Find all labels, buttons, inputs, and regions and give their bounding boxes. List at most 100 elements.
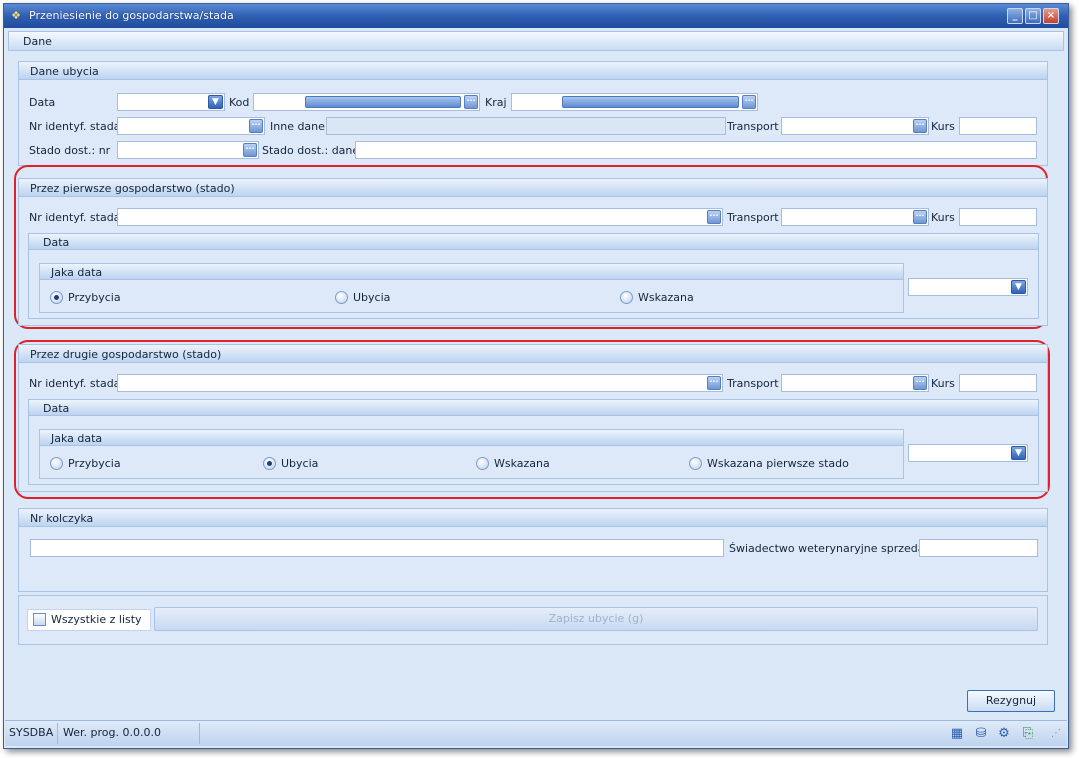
chevron-down-icon[interactable]: ▼ (208, 95, 223, 109)
pierwsze-nr-lookup-button[interactable]: ··· (707, 210, 721, 224)
wszystkie-checkbox-container[interactable]: Wszystkie z listy (27, 609, 151, 631)
radio-dot[interactable] (50, 457, 63, 470)
radio-przybycia[interactable]: Przybycia (50, 457, 121, 470)
group-title: Przez drugie gospodarstwo (stado) (30, 348, 222, 361)
status-user: SYSDBA (9, 726, 54, 739)
kraj-scroll-thumb[interactable] (562, 96, 739, 108)
status-separator (199, 723, 200, 744)
pierwsze-transport-field[interactable]: ··· (781, 208, 929, 226)
transport-lookup-button[interactable]: ··· (913, 119, 927, 133)
data-select[interactable]: ▼ (117, 93, 225, 111)
inne-dane-field (326, 117, 726, 135)
kraj-label: Kraj (485, 96, 507, 109)
maximize-button[interactable]: □ (1025, 8, 1041, 24)
status-separator (57, 723, 58, 744)
kraj-lookup-button[interactable]: ··· (742, 95, 756, 109)
group-title: Nr kolczyka (30, 512, 94, 525)
resize-grip-icon[interactable]: ⋰ (1048, 726, 1064, 742)
drugie-kurs-field[interactable] (959, 374, 1037, 392)
nr-kolczyka-field[interactable] (30, 539, 724, 557)
pierwsze-date-select[interactable]: ▼ (908, 278, 1028, 296)
drugie-kurs-label: Kurs (931, 377, 955, 390)
chevron-down-icon[interactable]: ▼ (1011, 446, 1026, 460)
stado-dane-label: Stado dost.: dane (262, 144, 360, 157)
radio-label: Przybycia (68, 291, 121, 304)
jaka-data-title: Jaka data (51, 432, 103, 445)
export-icon[interactable]: ⎘ (1020, 726, 1036, 742)
chevron-down-icon[interactable]: ▼ (1011, 280, 1026, 294)
pierwsze-transport-label: Transport (727, 211, 779, 224)
radio-label: Wskazana (494, 457, 550, 470)
group-header: Dane ubycia (19, 62, 1047, 80)
jaka-data-header: Jaka data (40, 430, 903, 446)
radio-przybycia[interactable]: Przybycia (50, 291, 121, 304)
tab-label: Dane (23, 35, 52, 48)
swiadectwo-label: Świadectwo weterynaryjne sprzedaży (729, 542, 937, 555)
drugie-nr-label: Nr identyf. stada (29, 377, 121, 390)
drugie-nr-field[interactable]: ··· (117, 374, 723, 392)
drugie-date-select[interactable]: ▼ (908, 444, 1028, 462)
radio-dot[interactable] (50, 291, 63, 304)
radio-ubycia[interactable]: Ubycia (335, 291, 390, 304)
drugie-transport-label: Transport (727, 377, 779, 390)
zapisz-ubycie-button[interactable]: Zapisz ubycie (g) (154, 607, 1038, 631)
stado-dane-field[interactable] (355, 141, 1037, 159)
kraj-field[interactable]: ··· (511, 93, 758, 111)
app-icon: ❖ (11, 9, 21, 22)
radio-dot[interactable] (689, 457, 702, 470)
radio-wskazana[interactable]: Wskazana (620, 291, 694, 304)
drugie-jaka-data-group: Jaka data (39, 429, 904, 479)
stado-nr-label: Stado dost.: nr (29, 144, 111, 157)
swiadectwo-field[interactable] (919, 539, 1038, 557)
close-button[interactable]: × (1043, 8, 1059, 24)
kod-scroll-thumb[interactable] (305, 96, 461, 108)
minimize-button[interactable]: _ (1007, 8, 1023, 24)
group-header: Nr kolczyka (19, 509, 1047, 527)
database-icon[interactable]: ⛁ (973, 726, 989, 742)
radio-ubycia[interactable]: Ubycia (263, 457, 318, 470)
calculator-icon[interactable]: ▦ (949, 726, 965, 742)
nr-stada-lookup-button[interactable]: ··· (249, 119, 263, 133)
pierwsze-transport-lookup-button[interactable]: ··· (913, 210, 927, 224)
data-title: Data (43, 236, 70, 249)
radio-dot[interactable] (335, 291, 348, 304)
drugie-nr-lookup-button[interactable]: ··· (707, 376, 721, 390)
drugie-transport-lookup-button[interactable]: ··· (913, 376, 927, 390)
radio-dot[interactable] (620, 291, 633, 304)
rezygnuj-button[interactable]: Rezygnuj (967, 690, 1055, 712)
transport-field[interactable]: ··· (781, 117, 929, 135)
nr-stada-field[interactable]: ··· (117, 117, 265, 135)
kod-label: Kod (229, 96, 250, 109)
inne-dane-label: Inne dane (270, 120, 325, 133)
jaka-data-title: Jaka data (51, 266, 103, 279)
radio-dot[interactable] (476, 457, 489, 470)
group-header: Przez drugie gospodarstwo (stado) (19, 345, 1047, 363)
pierwsze-kurs-field[interactable] (959, 208, 1037, 226)
radio-label: Wskazana (638, 291, 694, 304)
kod-lookup-button[interactable]: ··· (464, 95, 478, 109)
stado-nr-lookup-button[interactable]: ··· (243, 143, 257, 157)
drugie-transport-field[interactable]: ··· (781, 374, 929, 392)
kurs-label: Kurs (931, 120, 955, 133)
wszystkie-checkbox[interactable] (33, 613, 46, 626)
radio-label: Przybycia (68, 457, 121, 470)
kod-field[interactable]: ··· (253, 93, 480, 111)
pierwsze-nr-field[interactable]: ··· (117, 208, 723, 226)
kurs-field[interactable] (959, 117, 1037, 135)
gear-icon[interactable]: ⚙ (996, 726, 1012, 742)
title-bar[interactable]: ❖ Przeniesienie do gospodarstwa/stada _ … (4, 4, 1068, 28)
radio-wskazana-pierwsze[interactable]: Wskazana pierwsze stado (689, 457, 849, 470)
group-title: Dane ubycia (30, 65, 99, 78)
radio-label: Wskazana pierwsze stado (707, 457, 849, 470)
transport-label: Transport (727, 120, 779, 133)
radio-wskazana[interactable]: Wskazana (476, 457, 550, 470)
pierwsze-kurs-label: Kurs (931, 211, 955, 224)
tab-dane[interactable]: Dane (8, 31, 1064, 51)
radio-label: Ubycia (353, 291, 391, 304)
radio-dot[interactable] (263, 457, 276, 470)
stado-nr-field[interactable]: ··· (117, 141, 259, 159)
data-header: Data (29, 234, 1038, 250)
data-label: Data (29, 96, 56, 109)
pierwsze-nr-label: Nr identyf. stada (29, 211, 121, 224)
status-version: Wer. prog. 0.0.0.0 (63, 726, 161, 739)
